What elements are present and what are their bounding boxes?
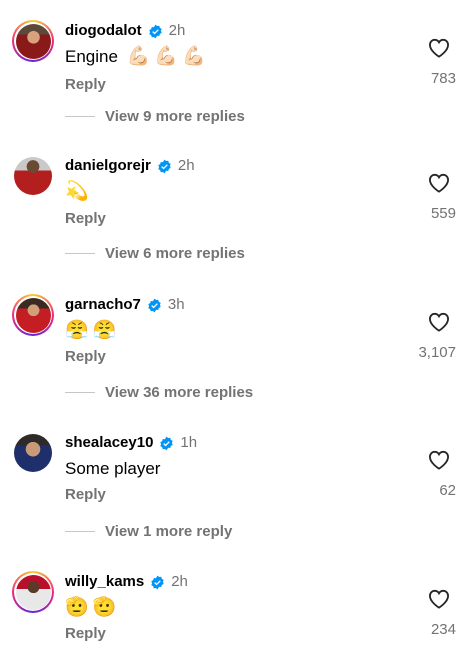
- heart-icon[interactable]: [428, 312, 450, 332]
- divider: [65, 116, 95, 117]
- username[interactable]: garnacho7: [65, 296, 141, 314]
- heart-icon[interactable]: [428, 450, 450, 470]
- emoji: 🫡: [65, 597, 89, 618]
- view-more-replies[interactable]: View 6 more replies: [65, 245, 245, 262]
- emoji: 💪🏻: [182, 46, 206, 67]
- view-more-replies[interactable]: View 1 more reply: [65, 523, 232, 540]
- emoji: 💪🏻: [154, 46, 179, 67]
- like-count: 783: [430, 70, 456, 87]
- comment-text: 😤 😤: [65, 320, 120, 342]
- timestamp: 2h: [171, 573, 188, 590]
- comment-text: Some player: [65, 459, 161, 478]
- username[interactable]: danielgorejr: [65, 157, 151, 175]
- reply-button[interactable]: Reply: [65, 210, 106, 227]
- heart-icon[interactable]: [428, 173, 450, 193]
- emoji: 🫡: [92, 597, 117, 618]
- username[interactable]: willy_kams: [65, 573, 144, 591]
- verified-badge-icon: [148, 298, 161, 312]
- view-more-replies[interactable]: View 9 more replies: [65, 108, 245, 125]
- divider: [65, 253, 95, 254]
- reply-button[interactable]: Reply: [65, 486, 106, 503]
- avatar[interactable]: [12, 432, 54, 474]
- emoji: 💫: [65, 181, 89, 202]
- timestamp: 3h: [167, 296, 185, 313]
- username[interactable]: diogodalot: [65, 22, 142, 40]
- verified-badge-icon: [151, 575, 164, 589]
- reply-button[interactable]: Reply: [65, 76, 106, 93]
- divider: [65, 392, 95, 393]
- like-count: 3,107: [418, 344, 456, 361]
- timestamp: 2h: [168, 22, 186, 39]
- reply-button[interactable]: Reply: [65, 625, 106, 642]
- heart-icon[interactable]: [428, 589, 450, 609]
- timestamp: 2h: [177, 157, 195, 174]
- emoji: 😤: [92, 320, 117, 341]
- comment-text: Engine 💪🏻 💪🏻 💪🏻: [65, 46, 206, 67]
- view-more-replies[interactable]: View 36 more replies: [65, 384, 253, 401]
- emoji: 💪🏻: [126, 46, 151, 67]
- timestamp: 1h: [180, 434, 198, 451]
- comment-text: 💫: [65, 181, 93, 203]
- divider: [65, 531, 95, 532]
- heart-icon[interactable]: [428, 38, 450, 58]
- emoji: 😤: [65, 320, 89, 341]
- verified-badge-icon: [160, 436, 174, 450]
- username[interactable]: shealacey10: [65, 434, 153, 452]
- avatar[interactable]: [12, 294, 54, 336]
- avatar[interactable]: [12, 571, 54, 613]
- comment-text: 🫡 🫡: [65, 597, 120, 619]
- avatar[interactable]: [12, 155, 54, 197]
- like-count: 559: [430, 205, 456, 222]
- like-count: 234: [430, 621, 456, 638]
- reply-button[interactable]: Reply: [65, 348, 106, 365]
- verified-badge-icon: [158, 159, 171, 173]
- avatar[interactable]: [12, 20, 54, 62]
- like-count: 62: [439, 482, 456, 499]
- verified-badge-icon: [148, 24, 162, 38]
